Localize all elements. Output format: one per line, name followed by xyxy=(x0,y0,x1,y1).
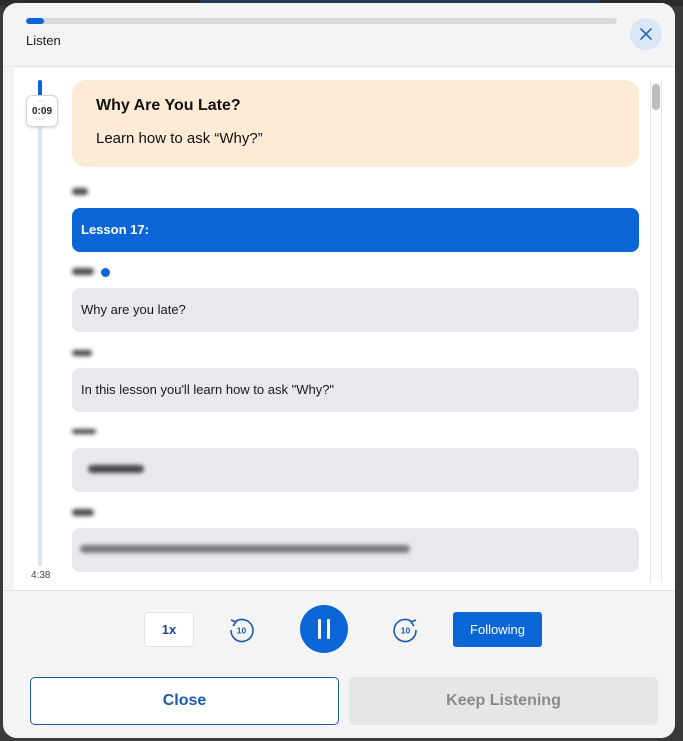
current-time: 0:09 xyxy=(31,105,52,117)
pause-icon-bar xyxy=(327,619,330,639)
scrollbar-track[interactable] xyxy=(650,80,662,582)
pause-button[interactable] xyxy=(300,605,348,653)
pause-icon-bar xyxy=(318,619,321,639)
transcript-line[interactable] xyxy=(72,448,639,492)
handle-grip-bottom: ·· xyxy=(39,117,45,123)
rewind-10-icon: 10 xyxy=(230,618,254,643)
lesson-subtitle: Learn how to ask “Why?” xyxy=(96,130,263,147)
audio-timeline[interactable] xyxy=(38,80,42,566)
keep-listening-button[interactable]: Keep Listening xyxy=(349,677,658,725)
forward-10-icon: 10 xyxy=(393,618,417,643)
listen-progress-fill xyxy=(26,18,44,24)
skip-forward-seconds: 10 xyxy=(401,626,411,636)
lesson-title: Why Are You Late? xyxy=(96,97,241,114)
playback-controls: 1x 10 10 Following xyxy=(3,590,675,668)
blurred-text xyxy=(88,465,144,473)
transcript-line-text: Why are you late? xyxy=(81,302,186,317)
transcript-line[interactable]: In this lesson you'll learn how to ask "… xyxy=(72,368,639,412)
transcript-line[interactable]: Why are you late? xyxy=(72,288,639,332)
speaker-label-blurred xyxy=(72,349,132,359)
now-playing-dot xyxy=(101,268,110,277)
blurred-text xyxy=(80,545,410,553)
speaker-label-blurred xyxy=(72,267,132,277)
current-time-handle[interactable]: ·· 0:09 ·· xyxy=(26,95,58,127)
close-icon xyxy=(640,28,652,40)
speaker-label-blurred xyxy=(72,428,132,438)
lesson-title-card: Why Are You Late? Learn how to ask “Why?… xyxy=(72,80,639,167)
listen-modal: Listen ·· 0:09 ·· 4:38 Why Are You Late?… xyxy=(3,3,675,738)
audio-timeline-fill xyxy=(38,80,42,96)
speaker-label-blurred xyxy=(72,187,132,197)
transcript-line-text: Lesson 17: xyxy=(81,222,149,237)
speaker-label-blurred xyxy=(72,508,132,518)
transcript-line[interactable] xyxy=(72,528,639,572)
modal-title: Listen xyxy=(26,33,61,48)
transcript-line-text: In this lesson you'll learn how to ask "… xyxy=(81,382,335,397)
playback-speed-button[interactable]: 1x xyxy=(144,612,194,647)
skip-back-button[interactable]: 10 xyxy=(225,614,257,646)
transcript-panel: ·· 0:09 ·· 4:38 Why Are You Late? Learn … xyxy=(14,68,675,590)
skip-forward-button[interactable]: 10 xyxy=(390,614,422,646)
total-time: 4:38 xyxy=(31,570,51,581)
following-toggle-button[interactable]: Following xyxy=(453,612,542,647)
skip-back-seconds: 10 xyxy=(237,626,247,636)
transcript-line[interactable]: Lesson 17: xyxy=(72,208,639,252)
close-modal-button[interactable] xyxy=(630,18,662,50)
modal-header: Listen xyxy=(3,3,675,67)
close-button[interactable]: Close xyxy=(30,677,339,725)
modal-footer: Close Keep Listening xyxy=(3,668,675,738)
handle-grip-top: ·· xyxy=(39,99,45,105)
scrollbar-thumb[interactable] xyxy=(652,84,660,110)
listen-progress-bar xyxy=(26,18,617,24)
